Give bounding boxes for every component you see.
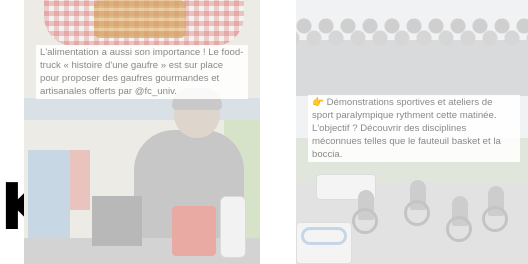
- post-caption: 👉 Démonstrations sportives et ateliers d…: [308, 95, 520, 162]
- waffle-iron: [92, 196, 142, 246]
- post-caption: L'alimentation a aussi son importance ! …: [36, 45, 248, 99]
- wheelchair-wheel: [482, 206, 508, 232]
- post-image-food-truck[interactable]: L'alimentation a aussi son importance ! …: [24, 0, 260, 264]
- red-stand: [70, 150, 90, 210]
- group-photo-people: [296, 18, 528, 88]
- bottle: [220, 196, 246, 258]
- rings-logo: [301, 227, 347, 245]
- pointing-hand-icon: 👉: [312, 97, 324, 108]
- waffle-image: [94, 0, 186, 38]
- wheelchair-wheel: [352, 208, 378, 234]
- red-grinder: [172, 206, 216, 256]
- post-image-parasport[interactable]: 👉 Démonstrations sportives et ateliers d…: [296, 0, 528, 264]
- food-truck-awning: [24, 98, 260, 120]
- post-caption-text: Démonstrations sportives et ateliers de …: [312, 97, 501, 160]
- wheelchair-wheel: [446, 216, 472, 242]
- event-sign: [296, 222, 352, 264]
- wheelchair-wheel: [404, 200, 430, 226]
